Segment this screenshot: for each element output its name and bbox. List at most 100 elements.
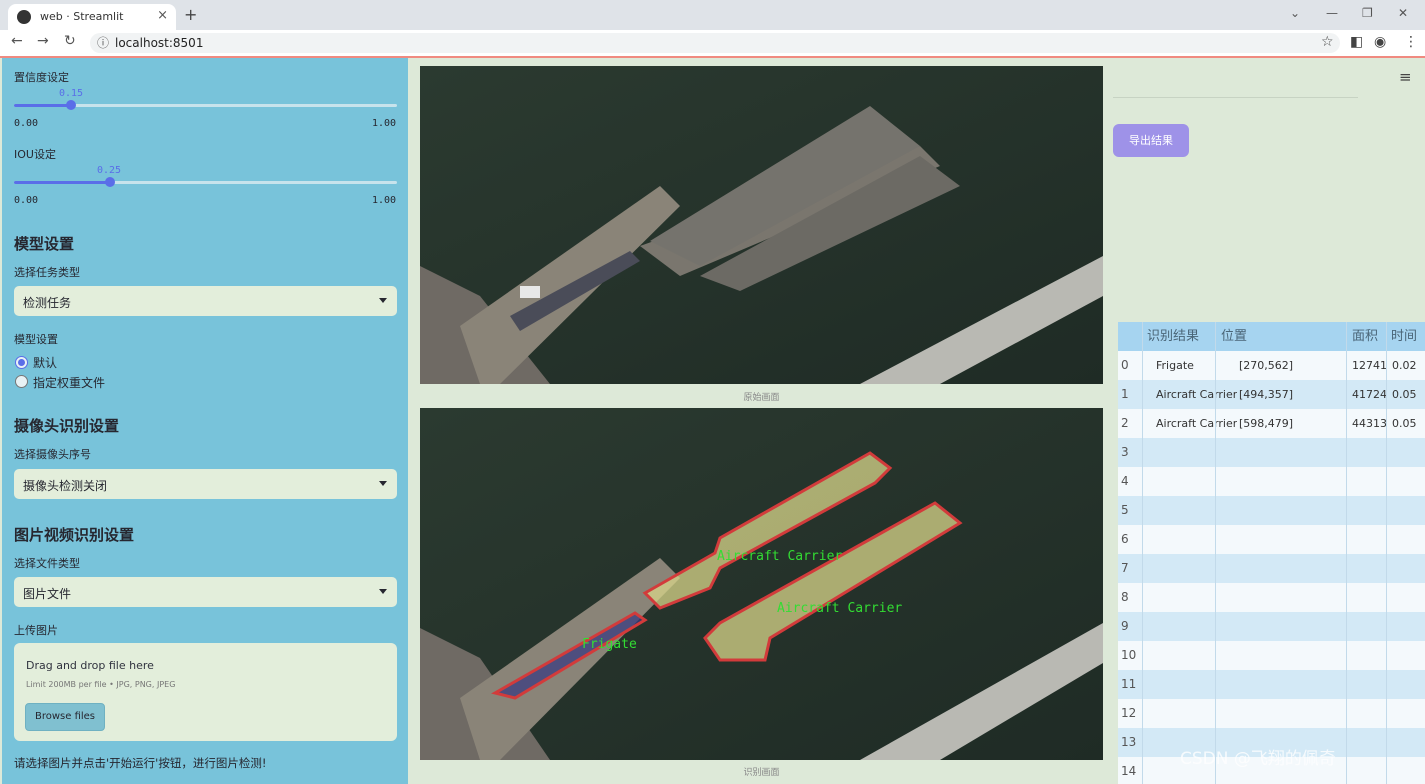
confidence-value: 0.15 <box>59 88 84 99</box>
sidebar: 置信度设定 0.15 0.00 1.00 IOU设定 0.25 0.00 1.0… <box>2 58 408 784</box>
dropzone-limit: Limit 200MB per file • JPG, PNG, JPEG <box>26 680 176 689</box>
result-image: Frigate Aircraft Carrier Aircraft Carrie… <box>420 408 1103 760</box>
camera-settings-heading: 摄像头识别设置 <box>14 417 120 435</box>
original-image-caption: 原始画面 <box>743 393 780 403</box>
browse-files-button[interactable]: Browse files <box>25 703 105 731</box>
cell-area: 12741 <box>1352 359 1387 372</box>
cell-position: [598,479] <box>1239 417 1294 430</box>
model-settings-heading: 模型设置 <box>14 235 75 253</box>
cell-result: Aircraft Carrier <box>1156 388 1238 401</box>
header-result: 识别结果 <box>1147 329 1200 344</box>
row-index: 8 <box>1121 590 1129 604</box>
table-row[interactable]: 8 <box>1118 583 1425 612</box>
task-type-select[interactable]: 检测任务 <box>14 286 397 316</box>
cell-time: 0.05 <box>1392 417 1417 430</box>
table-row[interactable]: 2 Aircraft Carrier [598,479] 44313 0.05 <box>1118 409 1425 438</box>
reload-icon[interactable]: ↻ <box>64 33 76 49</box>
new-tab-icon[interactable]: + <box>184 5 197 24</box>
row-index: 7 <box>1121 561 1129 575</box>
cell-position: [270,562] <box>1239 359 1294 372</box>
header-position: 位置 <box>1221 329 1248 344</box>
weights-label: 模型设置 <box>14 333 58 346</box>
table-row[interactable]: 12 <box>1118 699 1425 728</box>
table-row[interactable]: 7 <box>1118 554 1425 583</box>
url-text: localhost:8501 <box>115 36 204 50</box>
row-index: 5 <box>1121 503 1129 517</box>
cell-time: 0.02 <box>1392 359 1417 372</box>
row-index: 1 <box>1121 387 1129 401</box>
url-field[interactable]: ⓘ localhost:8501 <box>90 33 1340 53</box>
tab-search-icon[interactable]: ⌄ <box>1290 6 1300 20</box>
iou-max: 1.00 <box>372 195 397 206</box>
file-type-value: 图片文件 <box>23 587 72 601</box>
browser-tab[interactable]: web · Streamlit × <box>8 4 176 30</box>
info-icon[interactable]: ⓘ <box>97 34 109 51</box>
dropzone-instructions: Drag and drop file here <box>26 659 154 672</box>
table-row[interactable]: 3 <box>1118 438 1425 467</box>
radio-default-label[interactable]: 默认 <box>33 354 57 371</box>
browser-tab-bar: web · Streamlit × + ⌄ — ❐ ✕ <box>0 0 1425 30</box>
camera-index-label: 选择摄像头序号 <box>14 448 91 461</box>
radio-custom-weights-label[interactable]: 指定权重文件 <box>33 374 105 391</box>
radio-custom-weights[interactable] <box>15 375 28 388</box>
profile-icon[interactable]: ◉ <box>1374 34 1386 50</box>
iou-slider-thumb[interactable] <box>104 177 115 187</box>
confidence-slider-thumb[interactable] <box>66 100 77 110</box>
table-row[interactable]: 4 <box>1118 467 1425 496</box>
confidence-slider[interactable] <box>14 100 397 110</box>
row-index: 10 <box>1121 648 1137 662</box>
task-type-label: 选择任务类型 <box>14 266 80 279</box>
row-index: 12 <box>1121 706 1137 720</box>
hint-text: 请选择图片并点击'开始运行'按钮，进行图片检测! <box>14 756 267 770</box>
file-type-select[interactable]: 图片文件 <box>14 577 397 607</box>
detection-label-carrier-2: Aircraft Carrier <box>777 601 902 616</box>
cell-result: Frigate <box>1156 359 1194 372</box>
window-close-icon[interactable]: ✕ <box>1398 6 1408 20</box>
row-index: 13 <box>1121 735 1137 749</box>
header-time: 时间 <box>1391 329 1418 344</box>
camera-index-select[interactable]: 摄像头检测关闭 <box>14 469 397 499</box>
restore-icon[interactable]: ❐ <box>1362 6 1373 20</box>
table-row[interactable]: 1 Aircraft Carrier [494,357] 41724 0.05 <box>1118 380 1425 409</box>
cell-area: 44313 <box>1352 417 1387 430</box>
chevron-down-icon <box>379 589 387 594</box>
file-type-label: 选择文件类型 <box>14 557 80 570</box>
row-index: 3 <box>1121 445 1129 459</box>
iou-slider[interactable] <box>14 177 397 187</box>
table-header: 识别结果 位置 面积 时间 <box>1118 322 1425 351</box>
table-row[interactable]: 11 <box>1118 670 1425 699</box>
results-table[interactable]: 识别结果 位置 面积 时间 0 Frigate [270,562] 12741 0.02… <box>1118 322 1425 784</box>
table-row[interactable]: 10 <box>1118 641 1425 670</box>
task-type-value: 检测任务 <box>23 296 72 310</box>
original-image <box>420 66 1103 384</box>
side-panel-icon[interactable]: ◧ <box>1350 34 1363 50</box>
export-results-button[interactable]: 导出结果 <box>1113 124 1189 157</box>
media-settings-heading: 图片视频识别设置 <box>14 526 135 544</box>
chevron-down-icon <box>379 298 387 303</box>
radio-default[interactable] <box>15 356 28 369</box>
forward-icon[interactable]: → <box>37 33 49 49</box>
confidence-slider-fill <box>14 104 72 107</box>
file-dropzone[interactable]: Drag and drop file here Limit 200MB per … <box>14 643 397 741</box>
confidence-label: 置信度设定 <box>14 71 69 84</box>
row-index: 2 <box>1121 416 1129 430</box>
table-row[interactable]: 5 <box>1118 496 1425 525</box>
confidence-max: 1.00 <box>372 118 397 129</box>
upload-label: 上传图片 <box>14 624 58 637</box>
cell-position: [494,357] <box>1239 388 1294 401</box>
menu-icon[interactable]: ⋮ <box>1404 34 1418 50</box>
cell-area: 41724 <box>1352 388 1387 401</box>
table-row[interactable]: 6 <box>1118 525 1425 554</box>
streamlit-favicon-icon <box>17 10 31 24</box>
hamburger-menu-icon[interactable]: ≡ <box>1399 68 1412 86</box>
iou-slider-fill <box>14 181 110 184</box>
close-tab-icon[interactable]: × <box>157 8 168 23</box>
back-icon[interactable]: ← <box>11 33 23 49</box>
confidence-min: 0.00 <box>14 118 39 129</box>
star-icon[interactable]: ☆ <box>1321 34 1334 50</box>
minimize-icon[interactable]: — <box>1326 6 1338 20</box>
table-row[interactable]: 0 Frigate [270,562] 12741 0.02 <box>1118 351 1425 380</box>
iou-label: IOU设定 <box>14 148 56 161</box>
address-bar: ← → ↻ ⓘ localhost:8501 ☆ ◧ ◉ ⋮ <box>0 30 1425 56</box>
table-row[interactable]: 9 <box>1118 612 1425 641</box>
